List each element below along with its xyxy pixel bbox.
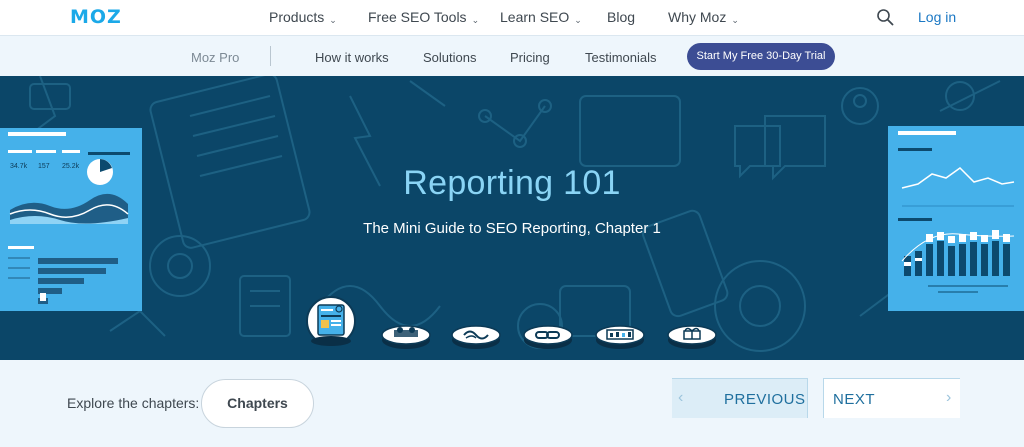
hero-banner: 34.7k 157 25.2k Reporting 101 The Mini G… bbox=[0, 76, 1024, 360]
top-navigation: MOZ Products ⌄ Free SEO Tools ⌄ Learn SEO ⌄… bbox=[0, 0, 1024, 35]
page-title: Reporting 101 bbox=[403, 164, 621, 202]
login-link[interactable]: Log in bbox=[918, 9, 956, 25]
chain-chapter-icon[interactable] bbox=[522, 322, 574, 350]
subnav-item-solutions[interactable]: Solutions bbox=[423, 50, 476, 65]
analytics-chapter-icon[interactable] bbox=[594, 322, 646, 350]
dashboard-bar-graphic bbox=[898, 131, 1015, 293]
gift-chapter-icon[interactable] bbox=[666, 322, 718, 350]
nav-item-why-moz[interactable]: Why Moz ⌄ bbox=[668, 9, 739, 25]
chevron-right-icon: › bbox=[946, 389, 952, 406]
previous-label: PREVIOUS bbox=[724, 391, 806, 408]
subnav-item-testimonials[interactable]: Testimonials bbox=[585, 50, 657, 65]
chapter-navigation-bar: Explore the chapters: Chapters ‹ PREVIOU… bbox=[0, 360, 1024, 447]
nav-item-products[interactable]: Products ⌄ bbox=[269, 9, 337, 25]
previous-button[interactable]: ‹ PREVIOUS bbox=[672, 378, 808, 418]
chevron-down-icon: ⌄ bbox=[329, 15, 337, 25]
next-label: NEXT bbox=[833, 391, 876, 408]
chevron-down-icon: ⌄ bbox=[731, 15, 739, 25]
meeting-chapter-icon[interactable] bbox=[380, 322, 432, 350]
search-icon[interactable] bbox=[876, 8, 894, 26]
report-chapter-icon[interactable] bbox=[305, 295, 357, 347]
dashboard-illustration-right bbox=[888, 126, 1024, 311]
nav-item-free-seo-tools[interactable]: Free SEO Tools ⌄ bbox=[368, 9, 479, 25]
link-chapter-icon[interactable] bbox=[450, 322, 502, 350]
next-button[interactable]: NEXT › bbox=[823, 378, 960, 418]
chevron-down-icon: ⌄ bbox=[471, 15, 480, 25]
free-trial-button[interactable]: Start My Free 30-Day Trial bbox=[687, 43, 835, 70]
chevron-left-icon: ‹ bbox=[678, 389, 684, 406]
explore-chapters-label: Explore the chapters: bbox=[67, 395, 200, 411]
sub-navigation: Moz Pro How it works Solutions Pricing T… bbox=[0, 35, 1024, 76]
subnav-item-pricing[interactable]: Pricing bbox=[510, 50, 550, 65]
nav-item-learn-seo[interactable]: Learn SEO ⌄ bbox=[500, 9, 582, 25]
chapters-button[interactable]: Chapters bbox=[201, 379, 314, 428]
hero-background-illustration bbox=[29, 76, 1001, 352]
subnav-brand[interactable]: Moz Pro bbox=[191, 50, 239, 65]
subnav-item-how-it-works[interactable]: How it works bbox=[315, 50, 389, 65]
nav-item-blog[interactable]: Blog bbox=[607, 9, 635, 25]
page-subtitle: The Mini Guide to SEO Reporting, Chapter… bbox=[363, 220, 661, 237]
moz-logo[interactable]: MOZ bbox=[70, 6, 122, 28]
subnav-divider bbox=[270, 46, 271, 66]
chevron-down-icon: ⌄ bbox=[574, 15, 582, 25]
